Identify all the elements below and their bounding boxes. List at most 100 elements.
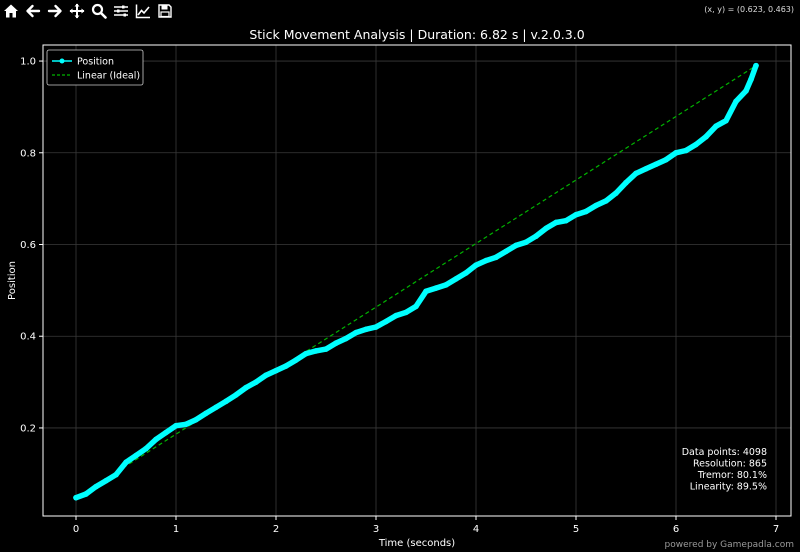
save-button[interactable] [154, 0, 176, 22]
position-point [523, 239, 529, 246]
position-point [143, 445, 149, 452]
chart-title: Stick Movement Analysis | Duration: 6.82… [249, 27, 584, 42]
position-point [363, 326, 369, 333]
linear-ideal-line [75, 65, 757, 499]
position-point [693, 141, 699, 148]
position-point [123, 459, 129, 466]
position-point [553, 219, 559, 226]
forward-button[interactable] [44, 0, 66, 22]
position-point [643, 166, 649, 172]
position-point [383, 318, 389, 325]
position-point [73, 494, 79, 501]
position-point [113, 471, 119, 478]
position-point [323, 346, 329, 352]
position-point [353, 329, 359, 336]
position-point [723, 117, 729, 124]
zoom-button[interactable] [88, 0, 110, 22]
position-point [453, 276, 459, 282]
footer-credit: powered by Gamepadla.com [664, 540, 794, 550]
position-point [263, 372, 269, 379]
arrow-right-icon [47, 4, 62, 18]
position-point [333, 340, 339, 346]
stats-annotation: Tremor: 80.1% [697, 470, 767, 481]
y-tick-label: 0.2 [20, 423, 36, 434]
position-point [273, 367, 279, 374]
position-point [443, 282, 449, 288]
position-point [183, 421, 189, 428]
position-point [103, 477, 109, 484]
position-point [513, 242, 519, 249]
x-tick-label: 0 [73, 524, 79, 535]
legend-position-marker [59, 58, 65, 64]
position-point [343, 335, 349, 342]
position-point [533, 233, 539, 240]
position-point [293, 357, 299, 363]
position-point [753, 62, 759, 69]
cursor-coordinates: (x, y) = (0.623, 0.463) [704, 5, 794, 14]
home-button[interactable] [0, 0, 22, 22]
home-icon [4, 4, 18, 18]
position-point [403, 309, 409, 316]
position-point [413, 303, 419, 310]
position-point [583, 208, 589, 215]
position-point [393, 312, 399, 319]
position-point [253, 379, 259, 385]
position-point [603, 198, 609, 204]
plot-frame [42, 44, 792, 517]
position-point [663, 156, 669, 163]
stats-annotation: Resolution: 865 [693, 459, 767, 470]
position-point [153, 436, 159, 443]
position-point [653, 161, 659, 168]
position-point [233, 392, 239, 398]
x-tick-label: 7 [773, 524, 779, 535]
y-tick-label: 1.0 [20, 57, 36, 68]
back-button[interactable] [22, 0, 44, 22]
y-axis-label: Position [7, 261, 18, 300]
y-tick-label: 0.4 [20, 332, 36, 343]
y-tick-label: 0.8 [20, 148, 36, 159]
position-point [503, 248, 509, 255]
sliders-icon [114, 5, 128, 17]
x-tick-label: 3 [373, 524, 379, 535]
stats-annotation: Data points: 4098 [682, 447, 767, 458]
position-point [473, 262, 479, 268]
x-axis-label: Time (seconds) [378, 538, 455, 549]
x-tick-label: 4 [473, 524, 479, 535]
position-point [283, 363, 289, 369]
position-point [223, 398, 229, 405]
position-point [423, 288, 429, 295]
position-point [133, 452, 139, 459]
position-point [623, 179, 629, 186]
position-point [203, 410, 209, 417]
stats-annotation: Linearity: 89.5% [690, 482, 767, 493]
position-point [613, 190, 619, 196]
position-point [433, 285, 439, 291]
position-point [93, 483, 99, 490]
y-tick-label: 0.6 [20, 240, 36, 251]
position-point [373, 324, 379, 330]
save-icon [158, 4, 172, 18]
position-point [713, 123, 719, 129]
edit-axes-button[interactable] [132, 0, 154, 22]
position-point [743, 88, 749, 94]
position-point [213, 404, 219, 411]
position-point [303, 350, 309, 357]
x-tick-label: 2 [273, 524, 279, 535]
legend-linear-label: Linear (Ideal) [77, 71, 140, 82]
position-point [683, 147, 689, 154]
position-point [633, 170, 639, 177]
position-point [733, 98, 739, 105]
pan-button[interactable] [66, 0, 88, 22]
toolbar: (x, y) = (0.623, 0.463) [0, 0, 800, 22]
position-point [573, 211, 579, 218]
position-point [748, 76, 754, 83]
x-tick-label: 6 [673, 524, 679, 535]
position-point [563, 217, 569, 224]
chart[interactable]: 0 1 2 3 4 5 6 7 0.2 0.4 0.6 0.8 1.0 Stick Movement An… [0, 22, 800, 552]
position-point [193, 416, 199, 423]
position-point [243, 384, 249, 391]
position-point [543, 225, 549, 232]
configure-subplots-button[interactable] [110, 0, 132, 22]
move-icon [69, 3, 85, 19]
position-point [593, 202, 599, 209]
